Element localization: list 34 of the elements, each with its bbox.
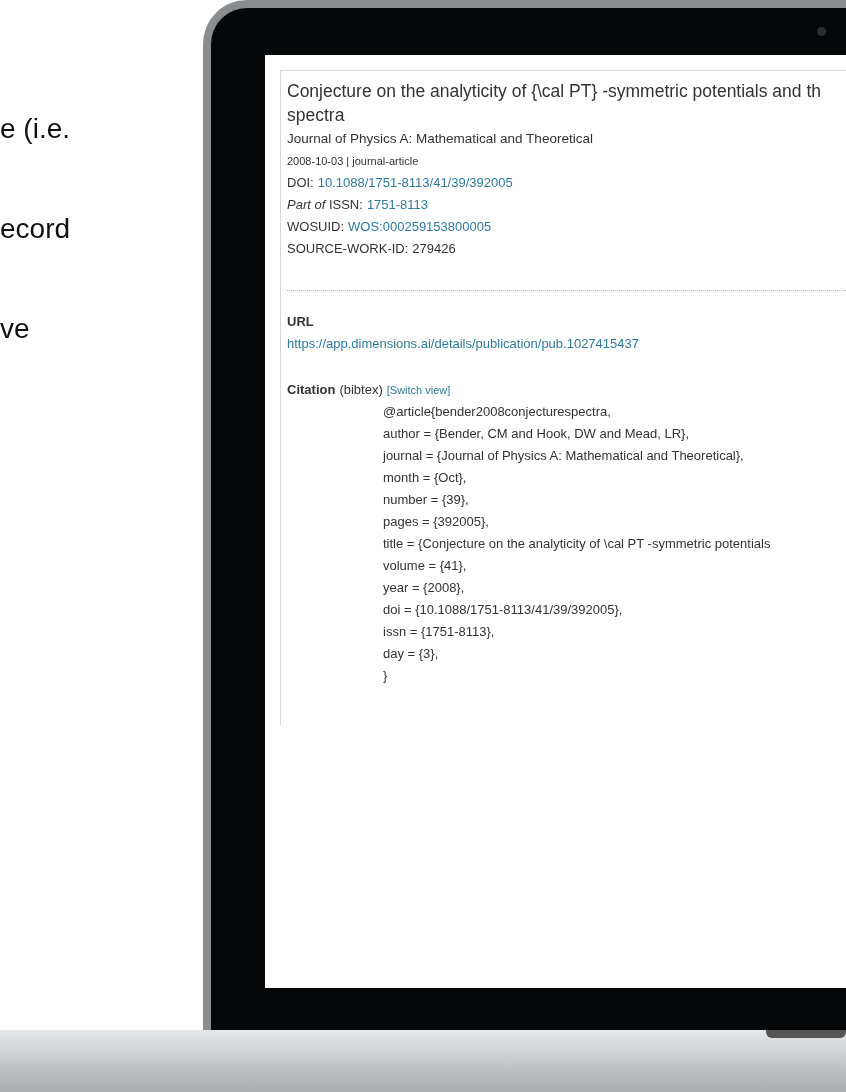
- identifier-value: 279426: [412, 240, 456, 258]
- citation-line: year = {2008},: [383, 579, 466, 597]
- citation-line: number = {39},: [383, 491, 470, 509]
- identifier-link[interactable]: 10.1088/1751-8113/41/39/392005: [317, 172, 513, 194]
- date-type: 2008-10-03 | journal-article: [287, 154, 420, 169]
- citation-heading: Citation: [287, 381, 336, 399]
- url-link[interactable]: https://app.dimensions.ai/details/publication/pub.1027415437: [287, 333, 846, 355]
- text-fragment: ecord: [0, 212, 72, 246]
- citation-line: title = {Conjecture on the analyticity of \cal PT -symmetric potentials: [383, 535, 772, 553]
- identifier-label: WOSUID:: [287, 218, 345, 236]
- citation-line: }: [383, 667, 389, 685]
- citation-line: pages = {392005},: [383, 513, 490, 531]
- journal-name: Journal of Physics A: Mathematical and Theoretical: [287, 130, 594, 148]
- citation-line: journal = {Journal of Physics A: Mathematical and Theoretical},: [383, 447, 745, 465]
- text-fragment: e (i.e.: [0, 112, 72, 146]
- url-heading: URL: [287, 313, 315, 331]
- citation-line: author = {Bender, CM and Hook, DW and Mead, LR},: [383, 425, 691, 443]
- citation-format: (bibtex): [339, 381, 383, 399]
- text-fragment: ve: [0, 312, 31, 346]
- identifier-link[interactable]: WOS:000259153800005: [348, 216, 492, 238]
- identifier-label: Part of ISSN:: [287, 196, 363, 214]
- record-title: Conjecture on the analyticity of {\cal PT} -symmetric potentials and th: [287, 80, 822, 103]
- citation-line: day = {3},: [383, 645, 440, 663]
- record-title: spectra: [287, 104, 346, 127]
- citation-line: @article{bender2008conjecturespectra,: [383, 403, 612, 421]
- identifier-label: SOURCE-WORK-ID:: [287, 240, 409, 258]
- identifier-label: DOI:: [287, 174, 314, 192]
- citation-line: volume = {41},: [383, 557, 468, 575]
- citation-line: issn = {1751-8113},: [383, 623, 496, 641]
- switch-view-link[interactable]: [Switch view]: [386, 379, 451, 401]
- citation-line: doi = {10.1088/1751-8113/41/39/392005},: [383, 601, 624, 619]
- citation-line: month = {Oct},: [383, 469, 468, 487]
- camera-icon: [817, 27, 826, 36]
- identifier-link[interactable]: 1751-8113: [366, 194, 429, 216]
